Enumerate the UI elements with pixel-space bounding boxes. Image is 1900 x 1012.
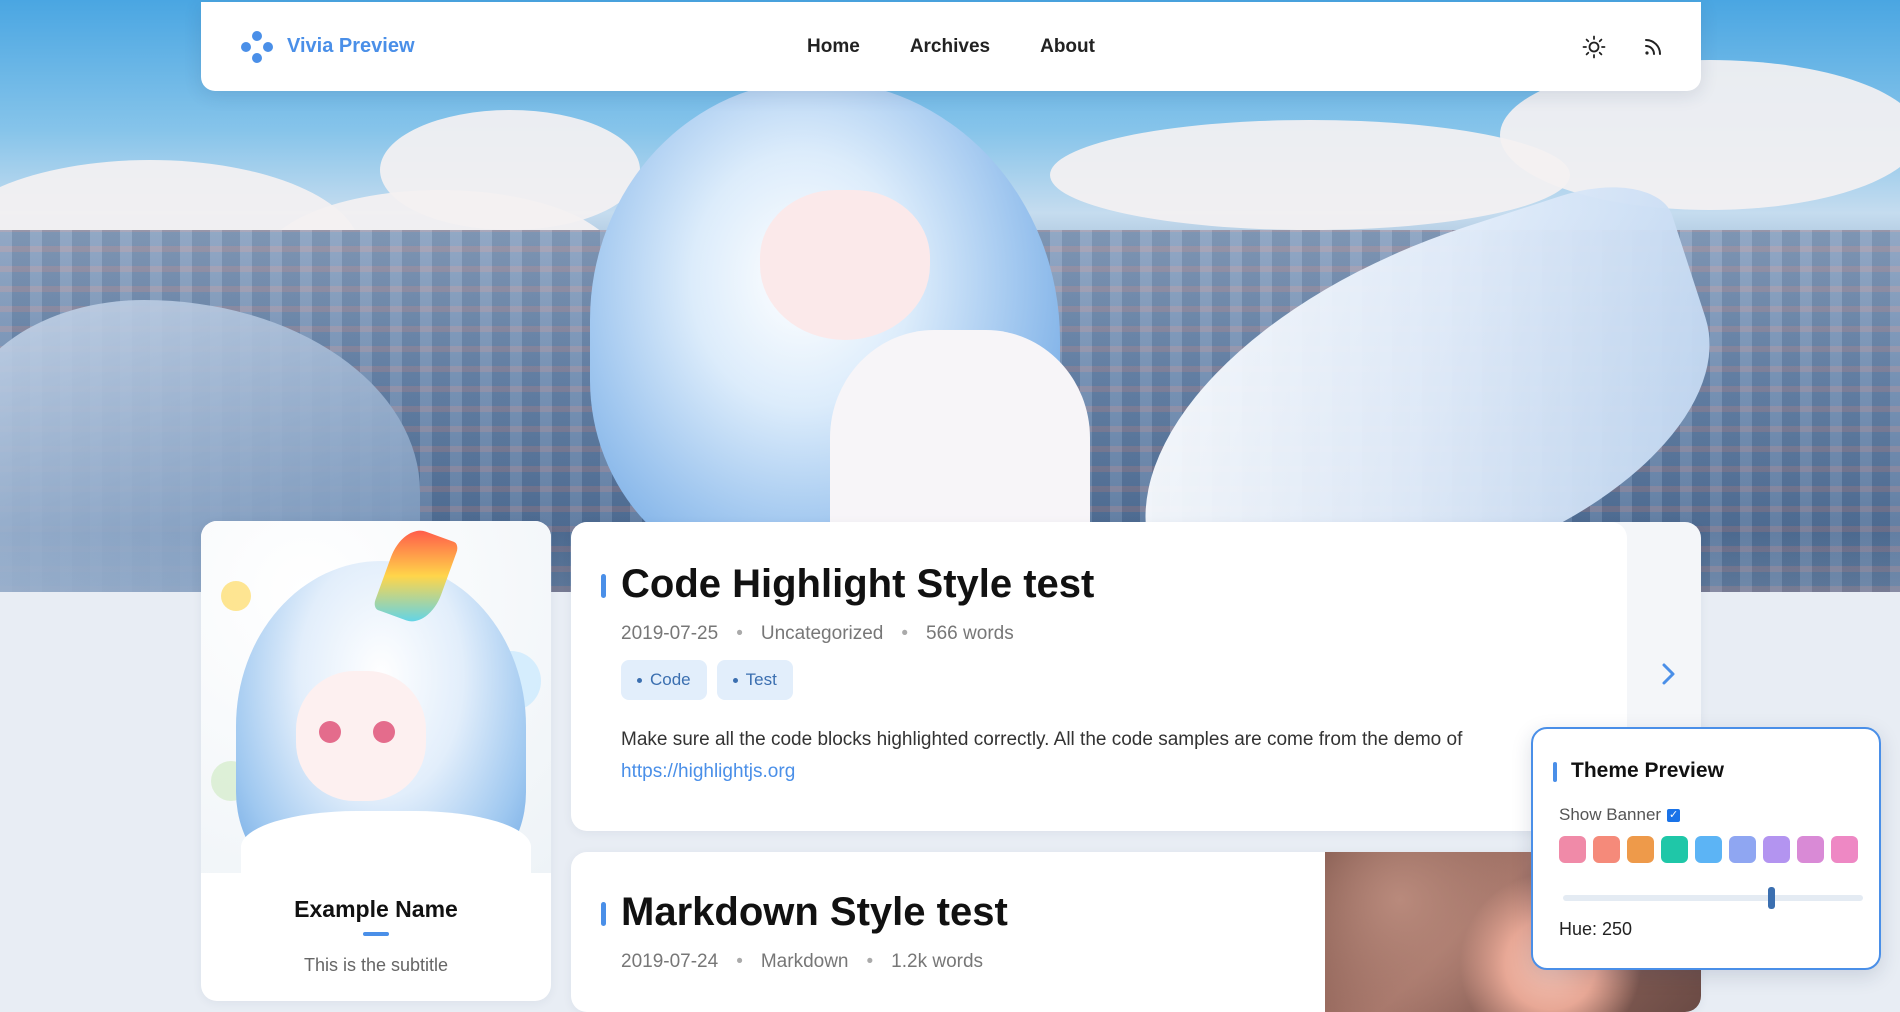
post-card-body: Code Highlight Style test 2019-07-25 • U… <box>571 522 1627 831</box>
paint-splash <box>221 581 251 611</box>
tag-label: Test <box>745 670 777 689</box>
rss-icon[interactable] <box>1639 33 1667 61</box>
color-swatch[interactable] <box>1763 836 1790 863</box>
profile-subtitle: This is the subtitle <box>303 955 449 975</box>
tag-chip[interactable]: Code <box>621 660 707 700</box>
tag-label: Code <box>650 670 691 689</box>
tag-bullet <box>637 677 642 683</box>
post-date: 2019-07-24 <box>621 951 719 972</box>
show-banner-toggle[interactable]: Show Banner ✓ <box>1559 805 1681 825</box>
color-swatch[interactable] <box>1797 836 1824 863</box>
tag-bullet <box>732 677 738 683</box>
excerpt-link[interactable]: https://highlightjs.org <box>621 761 795 782</box>
meta-separator: • <box>901 623 909 644</box>
title-accent-bar <box>601 902 606 926</box>
title-accent-bar <box>601 574 606 598</box>
profile-card: Example Name This is the subtitle <box>201 521 551 1001</box>
nav-home[interactable]: Home <box>807 36 860 58</box>
hue-slider-thumb[interactable] <box>1768 887 1776 909</box>
site-header: Vivia Preview Home Archives About <box>201 2 1701 91</box>
post-word-count: 1.2k words <box>891 951 984 972</box>
color-swatch[interactable] <box>1695 836 1722 863</box>
post-meta: 2019-07-25 • Uncategorized • 566 words <box>621 623 1014 645</box>
color-swatch[interactable] <box>1627 836 1654 863</box>
main-nav: Home Archives About <box>201 2 1701 91</box>
avatar <box>201 521 551 873</box>
theme-preview-panel: Theme Preview Show Banner ✓ Hue: 250 <box>1531 727 1881 970</box>
avatar-face <box>296 671 426 801</box>
avatar-coat <box>241 811 531 873</box>
avatar-eye <box>319 721 341 743</box>
color-swatch[interactable] <box>1831 836 1858 863</box>
profile-name: Example Name <box>294 896 458 922</box>
title-accent-bar <box>1553 762 1557 782</box>
color-swatch[interactable] <box>1593 836 1620 863</box>
chevron-right-icon[interactable] <box>1650 656 1686 692</box>
post-category[interactable]: Uncategorized <box>761 623 884 645</box>
brand-name[interactable]: Vivia Preview <box>287 35 415 58</box>
color-swatch[interactable] <box>1559 836 1586 863</box>
meta-separator: • <box>736 951 743 972</box>
theme-preview-title: Theme Preview <box>1571 759 1724 782</box>
meta-separator: • <box>866 951 874 972</box>
post-title[interactable]: Code Highlight Style test <box>621 562 1094 607</box>
show-banner-checkbox[interactable]: ✓ <box>1667 808 1681 822</box>
show-banner-label: Show Banner <box>1559 805 1662 824</box>
tag-chip[interactable]: Test <box>716 660 793 700</box>
post-tags: Code Test <box>621 660 793 700</box>
post-meta: 2019-07-24 • Markdown • 1.2k words <box>621 951 983 973</box>
color-swatch[interactable] <box>1729 836 1756 863</box>
nav-about[interactable]: About <box>1040 36 1095 58</box>
excerpt-text: Make sure all the code blocks highlighte… <box>621 729 1463 750</box>
brand[interactable]: Vivia Preview <box>241 2 415 91</box>
cloud <box>380 110 640 230</box>
color-swatch[interactable] <box>1661 836 1688 863</box>
color-swatches <box>1559 836 1858 863</box>
profile-divider <box>363 932 389 936</box>
four-dots-logo-icon <box>241 30 273 63</box>
hue-value: Hue: 250 <box>1559 919 1633 939</box>
sun-icon[interactable] <box>1580 33 1608 61</box>
post-excerpt: Make sure all the code blocks highlighte… <box>621 724 1561 788</box>
avatar-eye <box>373 721 395 743</box>
post-title[interactable]: Markdown Style test <box>621 890 1008 935</box>
nav-archives[interactable]: Archives <box>910 36 990 58</box>
character-face <box>760 190 930 340</box>
hue-slider[interactable] <box>1563 887 1863 909</box>
cloud <box>1050 120 1570 230</box>
post-category[interactable]: Markdown <box>761 951 849 973</box>
post-date: 2019-07-25 <box>621 623 719 644</box>
meta-separator: • <box>736 623 743 644</box>
post-word-count: 566 words <box>926 623 1014 644</box>
